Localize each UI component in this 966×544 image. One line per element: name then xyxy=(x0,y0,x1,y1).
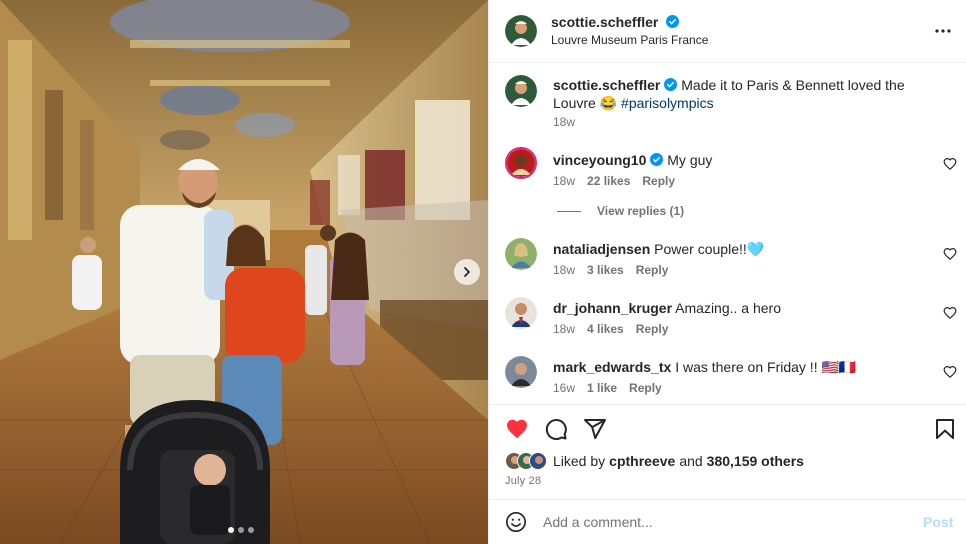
carousel-dot xyxy=(248,527,254,533)
instagram-post-dialog: scottie.scheffler Louvre Museum Paris Fr… xyxy=(0,0,966,544)
liked-by-middle: and xyxy=(679,453,703,469)
liker-avatar[interactable] xyxy=(529,452,547,470)
comment-likes[interactable]: 22 likes xyxy=(587,174,630,188)
comment-time[interactable]: 18w xyxy=(553,263,575,277)
avatar-image xyxy=(505,75,537,107)
post-comment-button[interactable]: Post xyxy=(923,514,953,530)
comment-text-block: nataliadjensen Power couple!!🩵 xyxy=(553,240,933,258)
author-avatar[interactable] xyxy=(505,15,537,47)
comment-input[interactable] xyxy=(543,510,903,534)
caption-text-block: scottie.scheffler Made it to Paris & Ben… xyxy=(553,76,933,112)
avatar-image xyxy=(505,297,537,329)
comment-username[interactable]: dr_johann_kruger xyxy=(553,300,672,316)
comment-time[interactable]: 16w xyxy=(553,381,575,395)
liked-by-prefix: Liked by xyxy=(553,453,606,469)
avatar-image xyxy=(505,15,537,47)
carousel-next-button[interactable] xyxy=(454,259,480,285)
reply-button[interactable]: Reply xyxy=(636,263,669,277)
comment-text-block: mark_edwards_tx I was there on Friday !!… xyxy=(553,358,933,376)
comment-text: Power couple!!🩵 xyxy=(654,241,765,257)
verified-badge-icon xyxy=(664,78,678,91)
heart-outline-icon[interactable] xyxy=(943,365,957,379)
comment-icon[interactable] xyxy=(544,417,568,441)
post-date[interactable]: July 28 xyxy=(505,475,541,487)
post-location[interactable]: Louvre Museum Paris France xyxy=(551,33,708,47)
heart-outline-icon[interactable] xyxy=(943,306,957,320)
reply-button[interactable]: Reply xyxy=(642,174,675,188)
comment-username[interactable]: nataliadjensen xyxy=(553,241,650,257)
comment-text-block: dr_johann_kruger Amazing.. a hero xyxy=(553,299,933,317)
bookmark-icon[interactable] xyxy=(933,417,957,441)
reply-button[interactable]: Reply xyxy=(629,381,662,395)
comment-meta: 18w 3 likes Reply xyxy=(553,263,668,277)
caption-hashtag[interactable]: #parisolympics xyxy=(621,95,714,111)
heart-outline-icon[interactable] xyxy=(943,157,957,171)
verified-badge-icon xyxy=(666,15,680,28)
view-replies-label: View replies (1) xyxy=(597,204,685,218)
liker-avatars xyxy=(505,452,547,470)
commenter-avatar[interactable] xyxy=(505,238,537,270)
heart-filled-icon[interactable] xyxy=(505,417,529,441)
author-name-row: scottie.scheffler xyxy=(551,14,680,30)
post-actions: Liked by cpthreeve and 380,159 others Ju… xyxy=(489,404,966,499)
comment-text: I was there on Friday !! 🇺🇸🇫🇷 xyxy=(675,359,857,375)
caption-meta: 18w xyxy=(553,115,575,129)
comment-text-block: vinceyoung10 My guy xyxy=(553,151,933,169)
heart-outline-icon[interactable] xyxy=(943,247,957,261)
comment-meta: 16w 1 like Reply xyxy=(553,381,662,395)
comment-text: Amazing.. a hero xyxy=(675,300,781,316)
louvre-gallery-photo xyxy=(0,0,488,544)
comment-username[interactable]: vinceyoung10 xyxy=(553,152,646,168)
likes-summary: Liked by cpthreeve and 380,159 others xyxy=(505,452,804,470)
likes-count[interactable]: 380,159 others xyxy=(707,453,804,469)
commenter-avatar[interactable] xyxy=(505,147,537,179)
share-icon[interactable] xyxy=(583,417,607,441)
view-replies-line xyxy=(557,210,581,212)
add-comment-bar: Post xyxy=(489,499,966,544)
avatar-image xyxy=(505,238,537,270)
commenter-avatar[interactable] xyxy=(505,356,537,388)
liked-by-user[interactable]: cpthreeve xyxy=(609,453,675,469)
comment-likes[interactable]: 1 like xyxy=(587,381,617,395)
comment-time[interactable]: 18w xyxy=(553,322,575,336)
emoji-icon[interactable] xyxy=(505,511,527,533)
comment-username[interactable]: mark_edwards_tx xyxy=(553,359,671,375)
more-horizontal-icon[interactable] xyxy=(933,22,953,40)
carousel-dot-active xyxy=(228,527,234,533)
caption-author-avatar[interactable] xyxy=(505,75,537,107)
avatar-image xyxy=(507,149,535,177)
comments-list[interactable]: scottie.scheffler Made it to Paris & Ben… xyxy=(489,63,966,404)
caption-time[interactable]: 18w xyxy=(553,115,575,129)
avatar-image xyxy=(505,356,537,388)
post-header: scottie.scheffler Louvre Museum Paris Fr… xyxy=(489,0,966,63)
comment-time[interactable]: 18w xyxy=(553,174,575,188)
author-username[interactable]: scottie.scheffler xyxy=(551,14,658,30)
carousel-dot xyxy=(238,527,244,533)
view-replies-button[interactable]: View replies (1) xyxy=(557,204,684,218)
comment-likes[interactable]: 4 likes xyxy=(587,322,624,336)
verified-badge-icon xyxy=(650,153,664,166)
chevron-right-icon xyxy=(464,267,470,277)
carousel-indicator xyxy=(228,527,254,533)
comment-meta: 18w 4 likes Reply xyxy=(553,322,668,336)
commenter-avatar[interactable] xyxy=(505,297,537,329)
comment-meta: 18w 22 likes Reply xyxy=(553,174,675,188)
post-details-panel: scottie.scheffler Louvre Museum Paris Fr… xyxy=(488,0,966,544)
avatar-image xyxy=(530,453,546,469)
post-photo[interactable] xyxy=(0,0,488,544)
comment-text: My guy xyxy=(667,152,713,168)
caption-username[interactable]: scottie.scheffler xyxy=(553,77,660,93)
comment-likes[interactable]: 3 likes xyxy=(587,263,624,277)
reply-button[interactable]: Reply xyxy=(636,322,669,336)
